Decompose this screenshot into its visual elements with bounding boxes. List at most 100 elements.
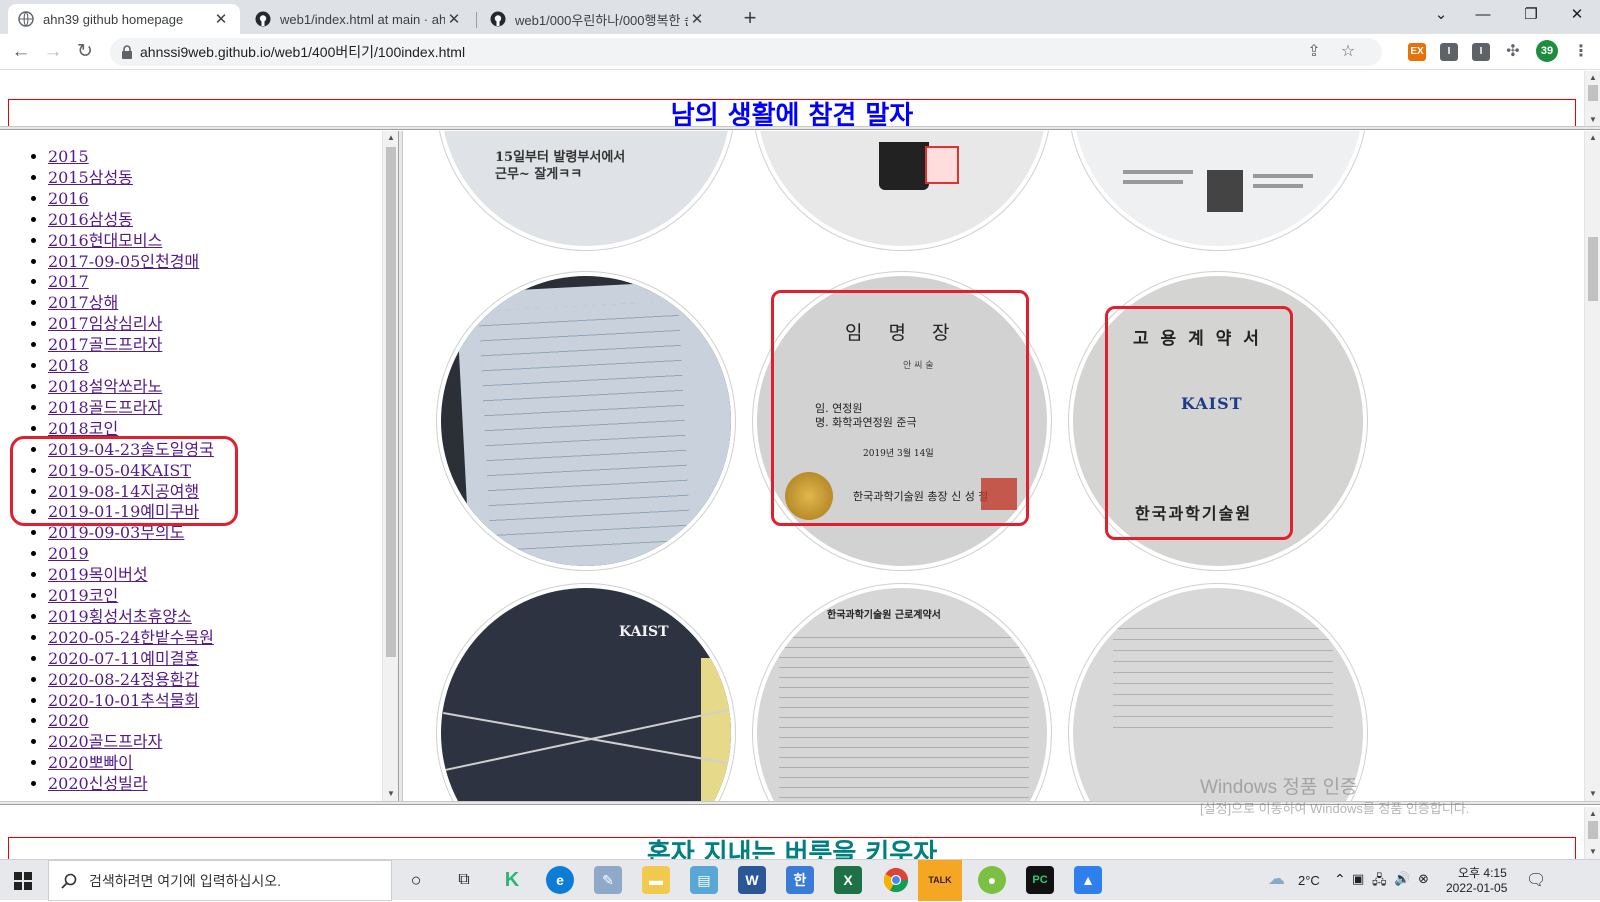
close-tab-icon[interactable]: ✕ — [212, 10, 230, 28]
year-link[interactable]: 2017 — [48, 272, 89, 291]
address-bar[interactable]: ahnssi9web.github.io/web1/400버티기/100inde… — [110, 38, 1382, 66]
year-link[interactable]: 2016삼성동 — [48, 210, 133, 229]
clock-date[interactable]: 2022-01-05 — [1446, 881, 1507, 895]
photo-circle[interactable] — [752, 131, 1052, 251]
year-link[interactable]: 2018설악쏘라노 — [48, 377, 162, 396]
excel-icon[interactable]: X — [834, 866, 862, 894]
year-link[interactable]: 2020 — [48, 711, 89, 730]
year-link[interactable]: 2020골드프라자 — [48, 732, 162, 751]
forward-icon[interactable]: → — [40, 39, 66, 65]
tab-homepage[interactable]: ahn39 github homepage ✕ — [8, 4, 240, 34]
weather-temp[interactable]: 2°C — [1298, 873, 1320, 888]
photo-frame-scrollbar[interactable]: ▲ ▼ — [1584, 131, 1600, 801]
minimize-button[interactable]: — — [1460, 0, 1506, 30]
app-editor-icon[interactable]: ▤ — [690, 866, 718, 894]
kaist-folder-photo[interactable]: KAIST — [436, 583, 736, 801]
bottom-frame-scrollbar[interactable]: ▲ ▼ — [1584, 807, 1600, 859]
notifications-icon[interactable]: 🗨 — [1526, 870, 1546, 890]
tab-search-icon[interactable]: ⌄ — [1418, 0, 1464, 30]
share-icon[interactable]: ⇪ — [1304, 42, 1324, 62]
year-link[interactable]: 2018 — [48, 356, 89, 375]
back-icon[interactable]: ← — [8, 39, 34, 65]
year-link[interactable]: 2017골드프라자 — [48, 335, 162, 354]
year-link[interactable]: 2020-10-01추석물회 — [48, 691, 199, 710]
year-link[interactable]: 2017-09-05인천경매 — [48, 252, 199, 271]
app-word-alt-icon[interactable]: 한 — [786, 866, 814, 894]
list-item: 2015 — [48, 147, 214, 168]
taskbar-search[interactable]: 검색하려면 여기에 입력하십시오. — [48, 860, 392, 901]
year-link[interactable]: 2019목이버섯 — [48, 565, 148, 584]
close-tab-icon[interactable]: ✕ — [445, 10, 463, 28]
windows-start-icon[interactable] — [14, 872, 32, 890]
year-link[interactable]: 2015 — [48, 147, 89, 166]
restore-button[interactable]: ❐ — [1508, 0, 1554, 30]
top-frame-scrollbar[interactable]: ▲ ▼ — [1584, 71, 1600, 127]
url-text[interactable]: ahnssi9web.github.io/web1/400버티기/100inde… — [140, 38, 465, 66]
ime-indicator-icon[interactable]: ⊗ — [1418, 871, 1429, 887]
task-view-icon[interactable]: ⧉ — [450, 866, 478, 894]
list-item: 2018골드프라자 — [48, 398, 214, 419]
profile-avatar[interactable]: 39 — [1536, 40, 1558, 62]
schedule-photo[interactable] — [436, 271, 736, 571]
app-k-icon[interactable]: K — [498, 866, 526, 894]
app-green-icon[interactable]: ● — [978, 866, 1006, 894]
list-item: 2016삼성동 — [48, 210, 214, 231]
list-item: 2017골드프라자 — [48, 335, 214, 356]
photo-circle[interactable]: 15일부터 발령부서에서 근무~ 잘게ㅋㅋ — [436, 131, 736, 251]
year-link[interactable]: 2019-09-03무의도 — [48, 523, 184, 542]
year-link[interactable]: 2016 — [48, 189, 89, 208]
year-link[interactable]: 2020신성빌라 — [48, 774, 148, 793]
app-paint-icon[interactable]: ✎ — [594, 866, 622, 894]
network-icon[interactable]: 🖧 — [1372, 871, 1387, 893]
tab-github-index[interactable]: web1/index.html at main · ahnssi9 ✕ — [245, 4, 473, 34]
contract-page-photo[interactable] — [1068, 583, 1368, 801]
frame-divider[interactable] — [0, 126, 1600, 130]
year-link[interactable]: 2019횡성서초휴양소 — [48, 607, 192, 626]
kakaotalk-icon[interactable]: TALK — [918, 860, 962, 901]
photos-app-icon[interactable]: ▲ — [1074, 866, 1102, 894]
list-item: 2017상해 — [48, 293, 214, 314]
chrome-icon[interactable] — [876, 866, 916, 894]
close-window-button[interactable]: ✕ — [1554, 0, 1600, 30]
year-link[interactable]: 2016현대모비스 — [48, 231, 162, 250]
year-link[interactable]: 2015삼성동 — [48, 168, 133, 187]
year-link[interactable]: 2019코인 — [48, 586, 118, 605]
extensions-puzzle-icon[interactable]: ✣ — [1504, 43, 1522, 61]
list-item: 2020신성빌라 — [48, 774, 214, 795]
close-tab-icon[interactable]: ✕ — [688, 10, 706, 28]
left-frame-scrollbar[interactable]: ▲ ▼ — [382, 131, 398, 801]
extension-i-icon[interactable]: I — [1440, 43, 1458, 61]
year-link[interactable]: 2017상해 — [48, 293, 118, 312]
file-explorer-icon[interactable]: ▬ — [642, 866, 670, 894]
year-link[interactable]: 2020뽀빠이 — [48, 753, 133, 772]
list-item: 2018 — [48, 356, 214, 377]
year-link[interactable]: 2017임상심리사 — [48, 314, 162, 333]
year-link[interactable]: 2019 — [48, 544, 89, 563]
list-item: 2017 — [48, 272, 214, 293]
volume-icon[interactable]: 🔊 — [1394, 871, 1410, 887]
tray-device-icon[interactable]: ▣ — [1352, 871, 1364, 887]
tray-chevron-up-icon[interactable]: ⌃ — [1334, 871, 1346, 888]
extension-ex-icon[interactable]: EX — [1408, 43, 1426, 61]
photo-circle[interactable] — [1068, 131, 1368, 251]
year-link[interactable]: 2020-07-11예미결혼 — [48, 649, 199, 668]
edge-icon[interactable]: e — [546, 866, 574, 894]
year-link[interactable]: 2018코인 — [48, 419, 118, 438]
bookmark-star-icon[interactable]: ☆ — [1338, 42, 1358, 62]
clock-time[interactable]: 오후 4:15 — [1458, 864, 1507, 881]
frame-divider[interactable] — [398, 131, 403, 801]
weather-cloud-icon[interactable]: ☁ — [1268, 869, 1285, 889]
pycharm-icon[interactable]: PC — [1026, 866, 1054, 894]
menu-kebab-icon[interactable]: ⋮ — [1572, 43, 1590, 61]
word-icon[interactable]: W — [738, 866, 766, 894]
labor-contract-photo[interactable]: 한국과학기술원 근로계약서 — [752, 583, 1052, 801]
year-link[interactable]: 2020-05-24한밭수목원 — [48, 628, 214, 647]
new-tab-button[interactable]: + — [737, 6, 763, 32]
tab-title: web1/index.html at main · ahnssi9 — [280, 11, 445, 27]
reload-icon[interactable]: ↻ — [72, 39, 98, 65]
extension-i-icon[interactable]: I — [1472, 43, 1490, 61]
cortana-icon[interactable]: ○ — [402, 866, 430, 894]
tab-github-happy[interactable]: web1/000우린하나/000행복한 순간 ✕ — [480, 4, 716, 34]
year-link[interactable]: 2018골드프라자 — [48, 398, 162, 417]
year-link[interactable]: 2020-08-24정용환갑 — [48, 670, 199, 689]
